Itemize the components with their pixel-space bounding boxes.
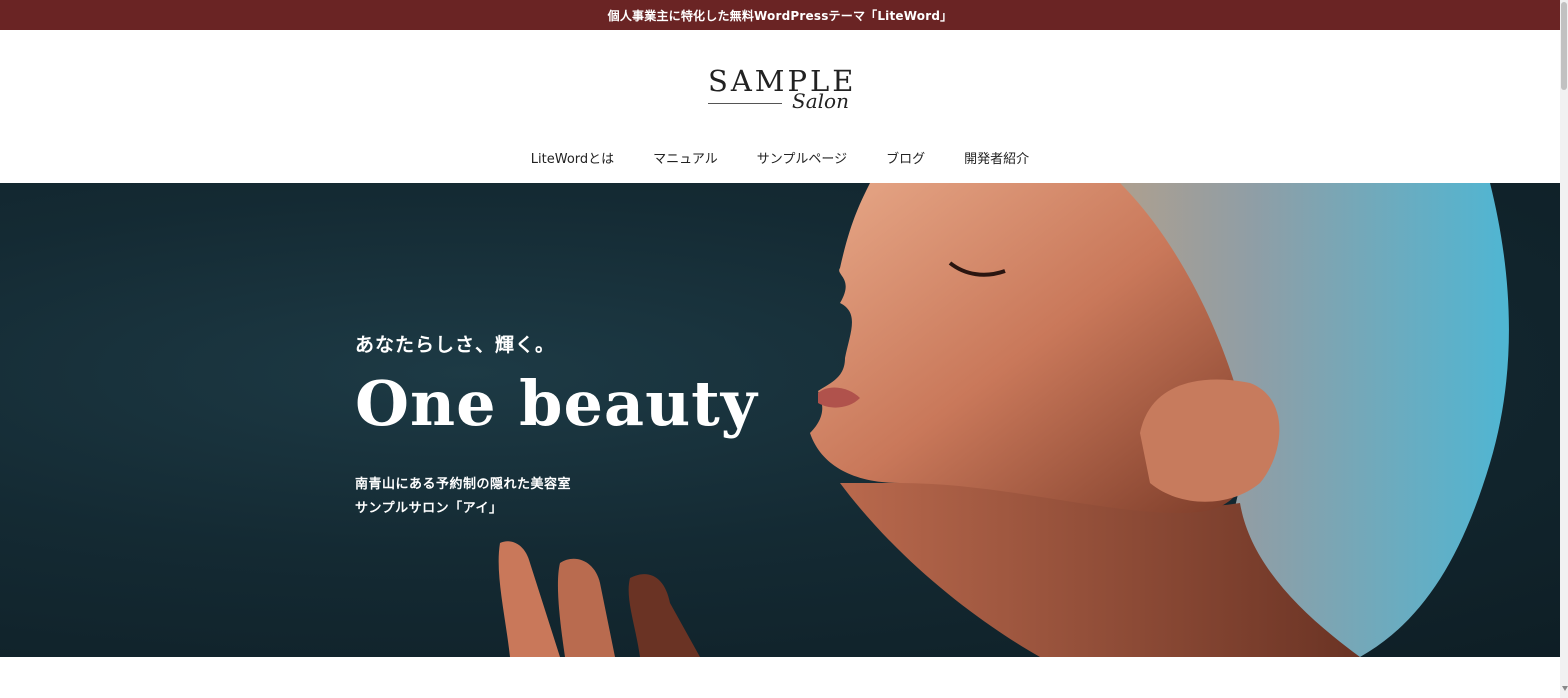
nav-item-sample-page[interactable]: サンプルページ <box>757 148 847 168</box>
nav-item-liteword[interactable]: LiteWordとは <box>531 148 614 168</box>
hero-description-line-2: サンプルサロン「アイ」 <box>355 501 503 516</box>
site-logo[interactable]: SAMPLE Salon <box>706 66 854 114</box>
vertical-scrollbar[interactable] <box>1560 0 1568 698</box>
hero-description: 南青山にある予約制の隠れた美容室 サンプルサロン「アイ」 <box>355 473 758 521</box>
nav-item-developer[interactable]: 開発者紹介 <box>964 148 1029 168</box>
nav-item-blog[interactable]: ブログ <box>886 148 925 168</box>
announcement-text[interactable]: 個人事業主に特化した無料WordPressテーマ「LiteWord」 <box>608 7 953 24</box>
site-header: SAMPLE Salon LiteWordとは マニュアル サンプルページ ブロ… <box>0 30 1560 183</box>
hero-description-line-1: 南青山にある予約制の隠れた美容室 <box>355 477 572 492</box>
hero-tagline: あなたらしさ、輝く。 <box>355 334 556 356</box>
hero-text-block: あなたらしさ、輝く。 One beauty 南青山にある予約制の隠れた美容室 サ… <box>355 331 758 521</box>
scroll-down-arrow-icon[interactable] <box>1562 686 1568 691</box>
scrollbar-thumb[interactable] <box>1561 2 1567 90</box>
hero-title: One beauty <box>355 367 758 440</box>
main-navigation: LiteWordとは マニュアル サンプルページ ブログ 開発者紹介 <box>0 148 1560 168</box>
logo-sub-text: Salon <box>792 89 849 113</box>
nav-item-manual[interactable]: マニュアル <box>653 148 718 168</box>
hero-section: あなたらしさ、輝く。 One beauty 南青山にある予約制の隠れた美容室 サ… <box>0 183 1560 657</box>
hero-woman-photo <box>498 183 1509 657</box>
announcement-bar[interactable]: 個人事業主に特化した無料WordPressテーマ「LiteWord」 <box>0 0 1560 31</box>
logo-divider <box>708 103 782 104</box>
